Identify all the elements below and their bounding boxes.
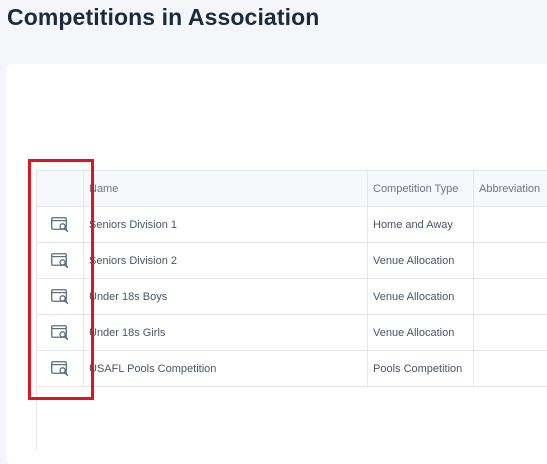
cell-name[interactable]: Seniors Division 2 — [84, 243, 368, 279]
cell-competition-type: Pools Competition — [368, 351, 474, 387]
cell-abbreviation — [474, 207, 547, 243]
cell-abbreviation — [474, 279, 547, 315]
table-row[interactable]: Under 18s GirlsVenue Allocation — [37, 315, 547, 351]
cell-abbreviation — [474, 243, 547, 279]
competitions-table: Name Competition Type Abbreviation Senio… — [36, 170, 547, 387]
view-details-icon[interactable] — [51, 217, 69, 232]
column-header-competition-type[interactable]: Competition Type — [368, 171, 474, 207]
cell-competition-type: Venue Allocation — [368, 315, 474, 351]
column-header-actions — [37, 171, 84, 207]
cell-name[interactable]: Seniors Division 1 — [84, 207, 368, 243]
cell-competition-type: Home and Away — [368, 207, 474, 243]
view-cell — [37, 351, 84, 387]
table-row[interactable]: USAFL Pools CompetitionPools Competition — [37, 351, 547, 387]
view-cell — [37, 279, 84, 315]
table-row[interactable]: Seniors Division 2Venue Allocation — [37, 243, 547, 279]
table-row[interactable]: Under 18s BoysVenue Allocation — [37, 279, 547, 315]
view-details-icon[interactable] — [51, 325, 69, 340]
view-cell — [37, 315, 84, 351]
column-header-name[interactable]: Name — [84, 171, 368, 207]
view-details-icon[interactable] — [51, 289, 69, 304]
column-header-abbreviation[interactable]: Abbreviation — [474, 171, 547, 207]
divider — [36, 384, 37, 450]
cell-abbreviation — [474, 351, 547, 387]
table-header-row: Name Competition Type Abbreviation — [37, 171, 547, 207]
cell-name[interactable]: USAFL Pools Competition — [84, 351, 368, 387]
cell-name[interactable]: Under 18s Boys — [84, 279, 368, 315]
table-row[interactable]: Seniors Division 1Home and Away — [37, 207, 547, 243]
view-cell — [37, 243, 84, 279]
cell-name[interactable]: Under 18s Girls — [84, 315, 368, 351]
cell-competition-type: Venue Allocation — [368, 243, 474, 279]
cell-abbreviation — [474, 315, 547, 351]
cell-competition-type: Venue Allocation — [368, 279, 474, 315]
page-title: Competitions in Association — [7, 4, 319, 31]
view-details-icon[interactable] — [51, 253, 69, 268]
view-details-icon[interactable] — [51, 361, 69, 376]
view-cell — [37, 207, 84, 243]
